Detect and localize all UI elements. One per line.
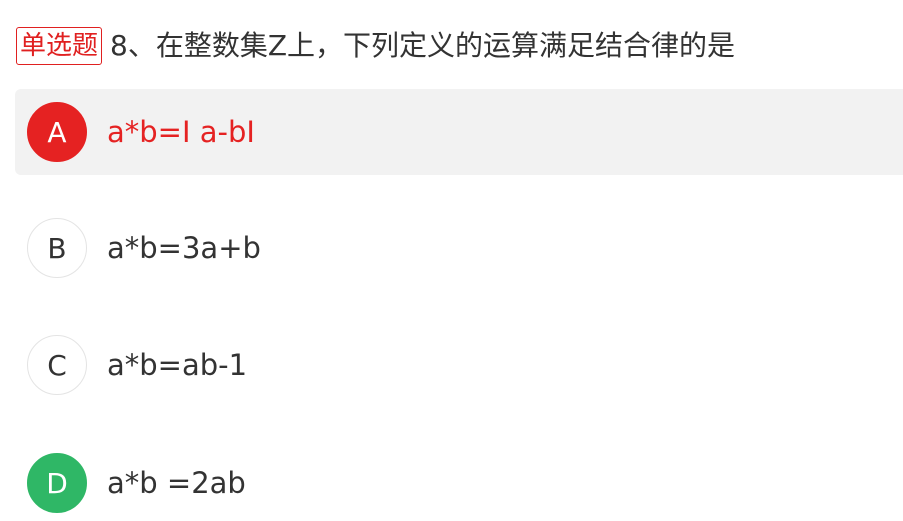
quiz-page: 单选题 8、在整数集Z上，下列定义的运算满足结合律的是 A a*b=I a-bI… xyxy=(0,0,903,521)
option-a-letter: A xyxy=(27,102,87,162)
option-b-text: a*b=3a+b xyxy=(107,231,261,265)
option-b-letter: B xyxy=(27,218,87,278)
question-type-badge: 单选题 xyxy=(16,27,103,65)
option-a[interactable]: A a*b=I a-bI xyxy=(15,89,903,175)
option-b[interactable]: B a*b=3a+b xyxy=(15,205,903,291)
option-c[interactable]: C a*b=ab-1 xyxy=(15,322,903,408)
option-d-letter: D xyxy=(27,453,87,513)
question-header: 单选题 8、在整数集Z上，下列定义的运算满足结合律的是 xyxy=(16,22,735,70)
option-c-letter: C xyxy=(27,335,87,395)
question-text: 8、在整数集Z上，下列定义的运算满足结合律的是 xyxy=(110,29,736,62)
option-d-text: a*b =2ab xyxy=(107,466,246,500)
option-c-text: a*b=ab-1 xyxy=(107,348,248,382)
option-a-text: a*b=I a-bI xyxy=(107,115,255,149)
option-d[interactable]: D a*b =2ab xyxy=(15,440,903,521)
